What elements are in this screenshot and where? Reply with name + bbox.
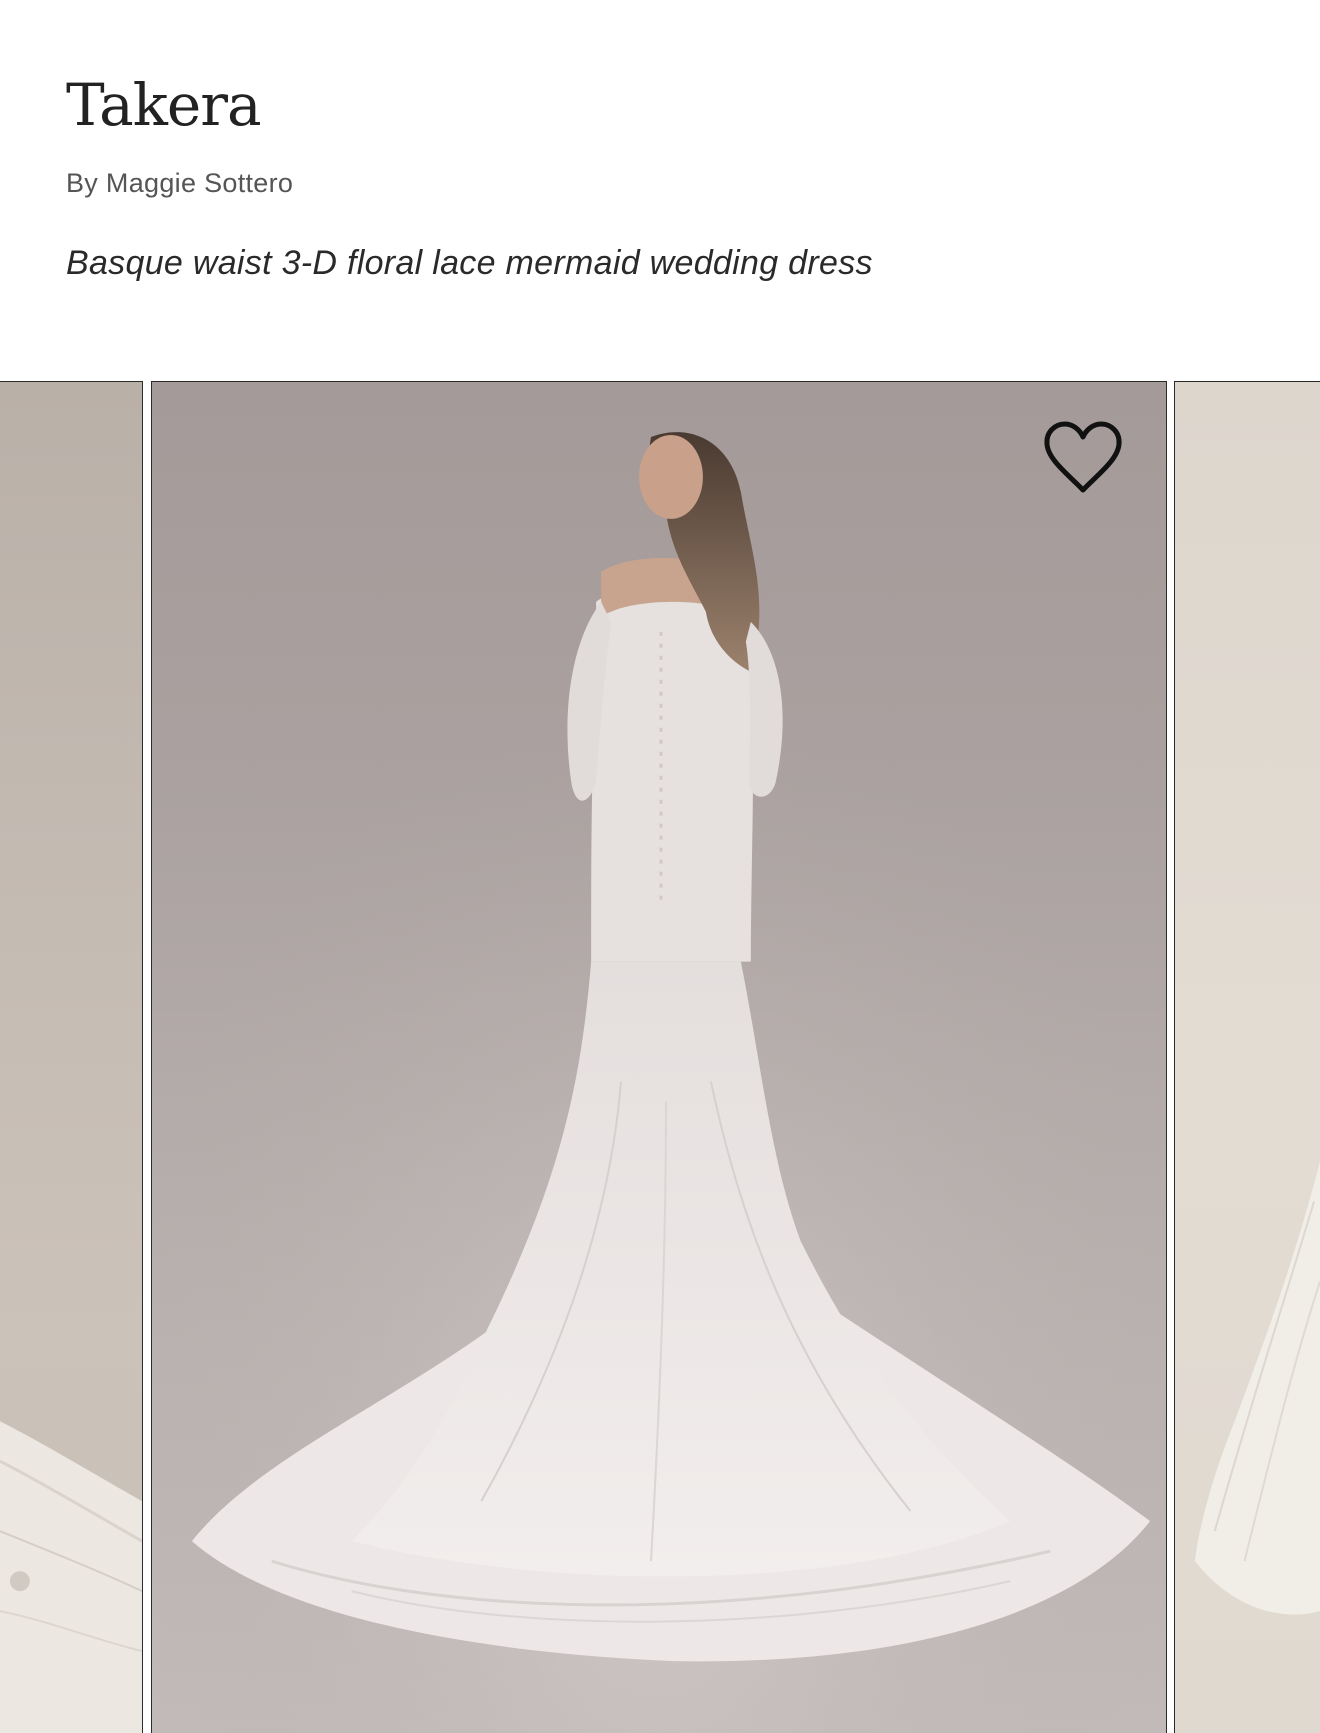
product-description: Basque waist 3-D floral lace mermaid wed… [66,244,873,282]
dress-photo-next [1194,1161,1320,1615]
image-gallery[interactable] [0,381,1320,1733]
product-title: Takera [66,71,262,139]
favorite-button[interactable] [1040,418,1126,498]
product-header: Takera By Maggie Sottero Basque waist 3-… [66,0,1266,380]
heart-outline-icon [1044,421,1122,493]
dress-photo-previous [0,1421,142,1733]
dress-back-view-photo [152,382,1166,1733]
gallery-slide-current[interactable] [151,381,1167,1733]
gallery-slide-next[interactable] [1174,381,1320,1733]
product-designer: By Maggie Sottero [66,168,294,198]
gallery-slide-previous[interactable] [0,381,143,1733]
